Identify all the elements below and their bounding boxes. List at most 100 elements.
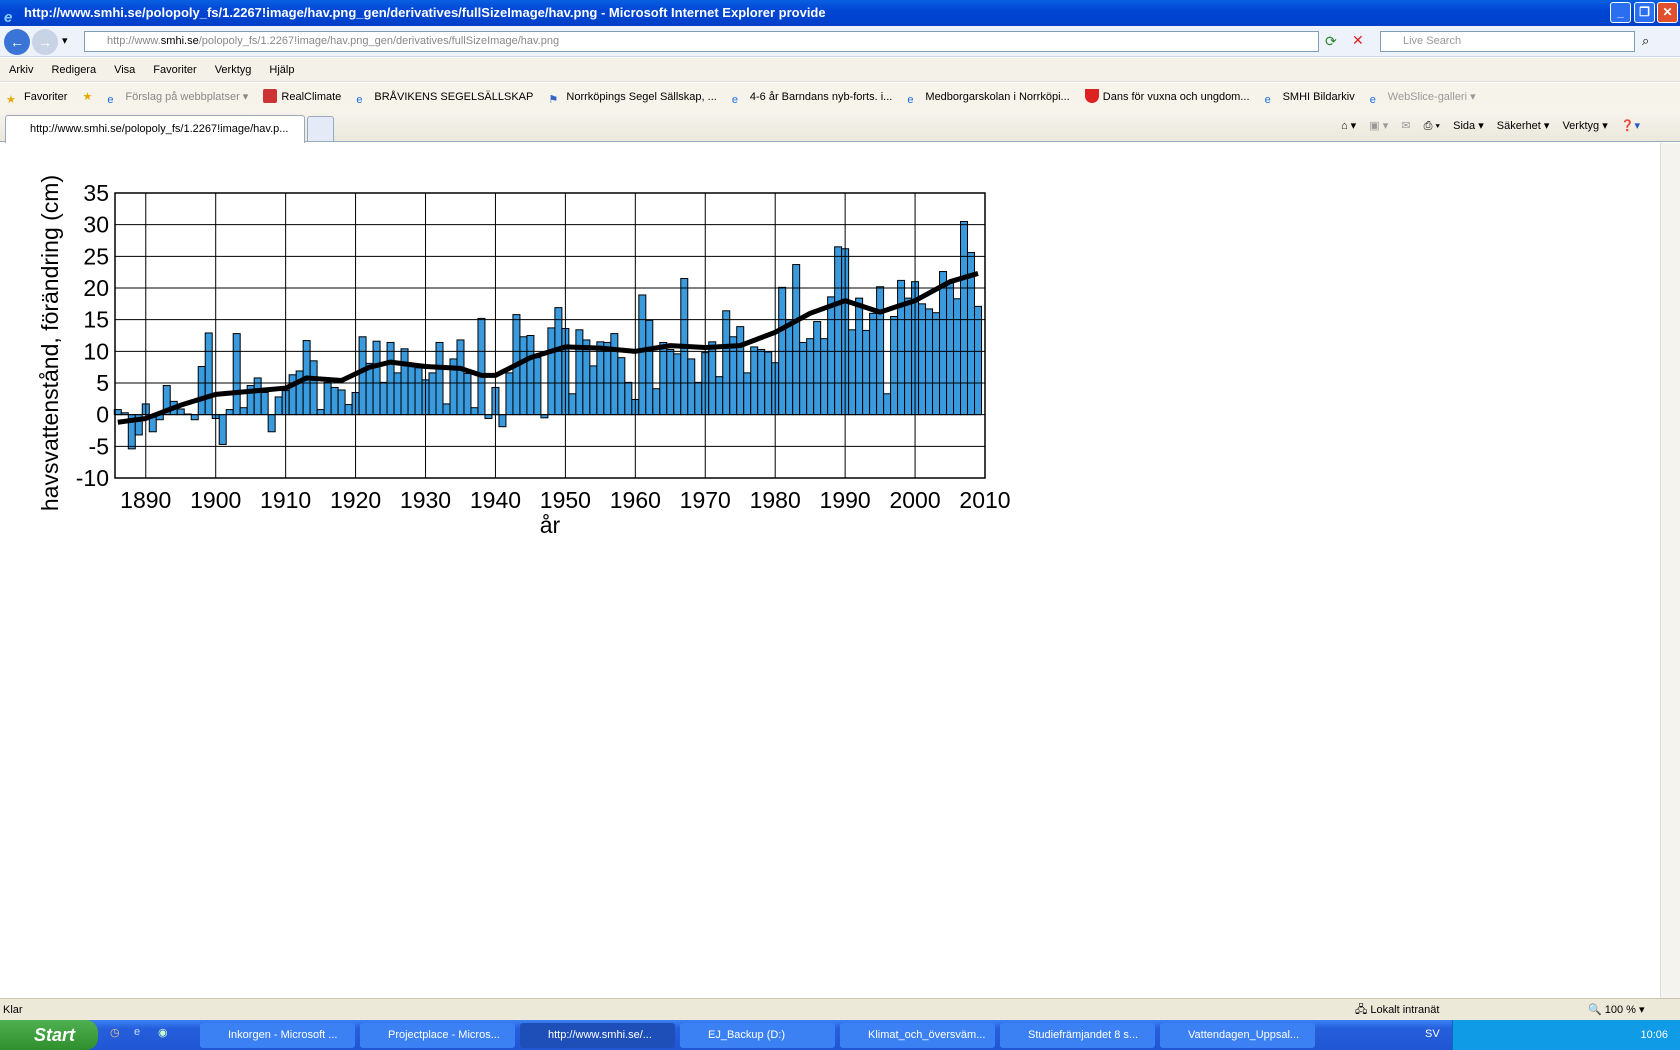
history-dropdown-icon[interactable]: ▾	[62, 34, 68, 47]
menu-arkiv[interactable]: Arkiv	[0, 58, 42, 82]
bar	[407, 366, 416, 416]
address-input[interactable]: http://www.smhi.se/polopoly_fs/1.2267!im…	[84, 31, 1319, 52]
x-tick-label: 1980	[750, 487, 801, 513]
stop-icon[interactable]: ✕	[1352, 32, 1364, 49]
menu-favoriter[interactable]: Favoriter	[144, 58, 205, 82]
print-icon[interactable]: ⎙ ▾	[1424, 120, 1440, 132]
ie-page-icon: e	[356, 94, 363, 106]
safety-menu[interactable]: Säkerhet ▾	[1497, 120, 1550, 132]
favorites-button[interactable]: ★ Favoriter	[6, 83, 67, 111]
x-tick-label: 1950	[540, 487, 591, 513]
tools-menu[interactable]: Verktyg ▾	[1562, 120, 1607, 132]
home-icon[interactable]: ⌂ ▾	[1341, 120, 1356, 132]
x-axis-label: år	[540, 512, 561, 538]
bar	[645, 319, 654, 416]
taskbar-item[interactable]: Vattendagen_Uppsal...	[1160, 1023, 1315, 1048]
menu-verktyg[interactable]: Verktyg	[206, 58, 261, 82]
star-icon: ★	[6, 94, 16, 106]
tab-active[interactable]: http://www.smhi.se/polopoly_fs/1.2267!im…	[5, 115, 305, 143]
feeds-icon[interactable]: ▣ ▾	[1369, 120, 1388, 132]
bar	[890, 316, 899, 416]
refresh-icon[interactable]: ⟳	[1325, 33, 1337, 50]
taskbar-item[interactable]: Projectplace - Micros...	[360, 1023, 515, 1048]
y-tick-label: -5	[89, 433, 109, 459]
language-indicator[interactable]: SV	[1425, 1028, 1440, 1040]
help-icon[interactable]: ❓▾	[1621, 120, 1640, 132]
bar	[372, 340, 381, 416]
bar	[932, 312, 941, 416]
bar	[638, 294, 647, 416]
vertical-scrollbar[interactable]	[1660, 143, 1680, 998]
fav-item[interactable]: e BRÅVIKENS SEGELSÄLLSKAP	[356, 83, 533, 111]
taskbar-item-active[interactable]: http://www.smhi.se/...	[520, 1023, 675, 1048]
bar	[722, 310, 731, 416]
bar	[834, 246, 843, 416]
y-tick-label: 5	[96, 370, 109, 396]
bar	[477, 317, 486, 416]
globe-quicklaunch-icon[interactable]: ◉	[158, 1026, 168, 1039]
close-button[interactable]: ✕	[1657, 2, 1678, 23]
fav-item[interactable]: Dans för vuxna och ungdom...	[1084, 83, 1250, 111]
menu-redigera[interactable]: Redigera	[42, 58, 105, 82]
system-tray: 10:06	[1452, 1020, 1680, 1050]
new-tab-button[interactable]	[307, 116, 334, 142]
fav-item[interactable]: e SMHI Bildarkiv	[1265, 83, 1355, 111]
bar	[736, 326, 745, 416]
menu-hjalp[interactable]: Hjälp	[260, 58, 303, 82]
bar	[176, 408, 185, 416]
fav-item[interactable]: e Medborgarskolan i Norrköpi...	[907, 83, 1069, 111]
search-input[interactable]: Live Search	[1380, 31, 1635, 52]
minimize-button[interactable]: _	[1610, 2, 1631, 23]
bar	[792, 264, 801, 416]
search-icon[interactable]: ⌕	[1642, 33, 1649, 49]
menu-bar: Arkiv Redigera Visa Favoriter Verktyg Hjälp	[0, 58, 1680, 82]
bar	[939, 271, 948, 416]
bar	[883, 393, 892, 416]
forward-button[interactable]: →	[32, 29, 58, 55]
flag-icon: ⚑	[548, 94, 559, 106]
bar	[918, 303, 927, 416]
bar	[757, 348, 766, 416]
bar	[358, 336, 367, 416]
back-button[interactable]: ←	[4, 29, 30, 55]
favorites-bar: ★ Favoriter ★ e Förslag på webbplatser ▾ R…	[0, 83, 1680, 111]
bar	[785, 319, 794, 416]
bar	[610, 333, 619, 416]
bar	[617, 357, 626, 416]
menu-visa[interactable]: Visa	[105, 58, 144, 82]
maximize-button[interactable]: ❐	[1634, 2, 1655, 23]
taskbar-item[interactable]: Studiefrämjandet 8 s...	[1000, 1023, 1155, 1048]
taskbar-item[interactable]: EJ_Backup (D:)	[680, 1023, 835, 1048]
ie-quicklaunch-icon[interactable]: e	[134, 1026, 140, 1038]
fav-item[interactable]: e WebSlice-galleri ▾	[1370, 83, 1476, 111]
bar	[855, 297, 864, 416]
bar	[337, 389, 346, 416]
bar	[267, 414, 276, 433]
taskbar-item[interactable]: Klimat_och_översväm...	[840, 1023, 995, 1048]
status-text: Klar	[3, 1004, 23, 1016]
bar	[596, 341, 605, 416]
bar	[204, 332, 213, 416]
start-button[interactable]: Start	[0, 1020, 98, 1050]
outlook-quicklaunch-icon[interactable]: ◷	[110, 1026, 120, 1039]
bar	[743, 372, 752, 416]
y-tick-label: 25	[83, 243, 109, 269]
page-menu[interactable]: Sida ▾	[1453, 120, 1484, 132]
clock: 10:06	[1640, 1029, 1668, 1041]
zoom-level[interactable]: 🔍 100 % ▾	[1588, 999, 1645, 1021]
ie-page-icon: e	[1264, 94, 1271, 106]
bar	[309, 360, 318, 416]
fav-item[interactable]: RealClimate	[263, 83, 341, 111]
bar	[519, 336, 528, 416]
bar	[603, 341, 612, 416]
mail-icon[interactable]: ✉	[1401, 120, 1410, 132]
bar	[904, 297, 913, 416]
add-favorite-icon[interactable]: ★	[82, 83, 92, 111]
fav-item[interactable]: ⚑ Norrköpings Segel Sällskap, ...	[548, 83, 716, 111]
bar	[463, 373, 472, 416]
taskbar-item[interactable]: Inkorgen - Microsoft ...	[200, 1023, 355, 1048]
ie-page-icon: e	[907, 94, 914, 106]
fav-item[interactable]: e 4-6 år Barndans nyb-forts. i...	[732, 83, 892, 111]
y-tick-label: 35	[83, 180, 109, 206]
fav-item[interactable]: e Förslag på webbplatser ▾	[107, 83, 248, 111]
